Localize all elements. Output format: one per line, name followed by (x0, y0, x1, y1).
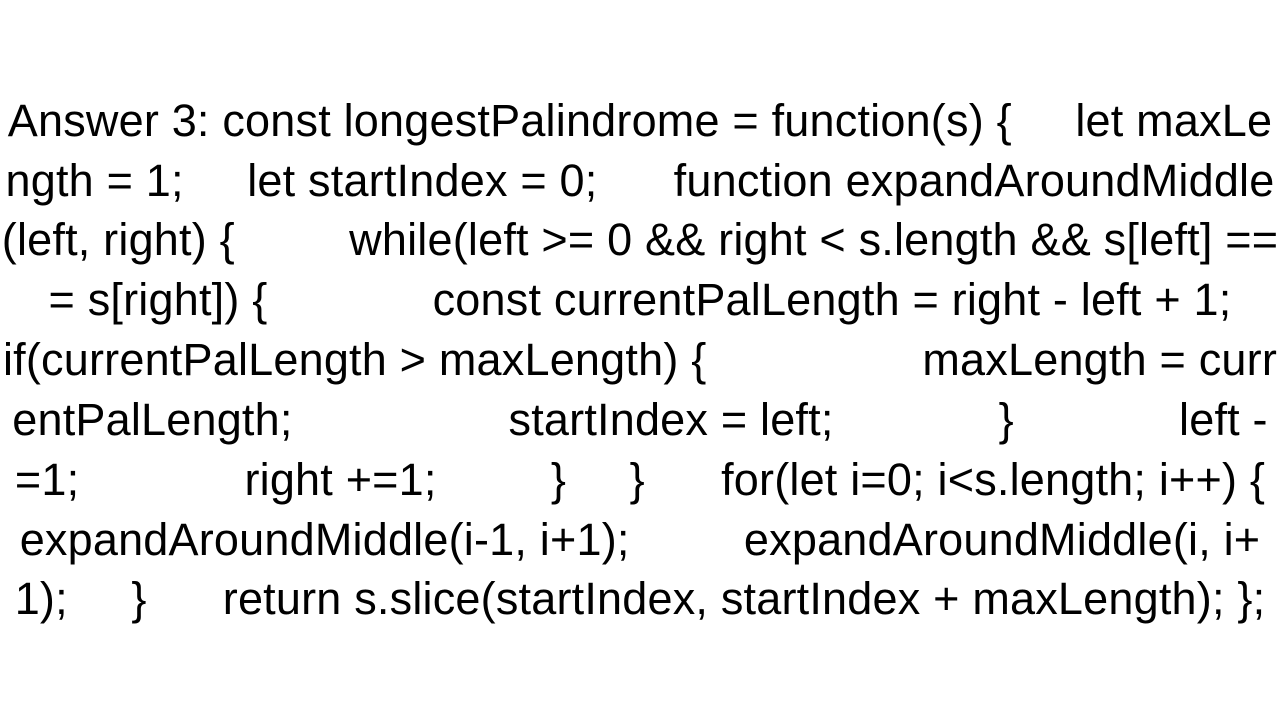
answer-code-text: Answer 3: const longestPalindrome = func… (0, 91, 1280, 630)
document-body: Answer 3: const longestPalindrome = func… (0, 0, 1280, 720)
